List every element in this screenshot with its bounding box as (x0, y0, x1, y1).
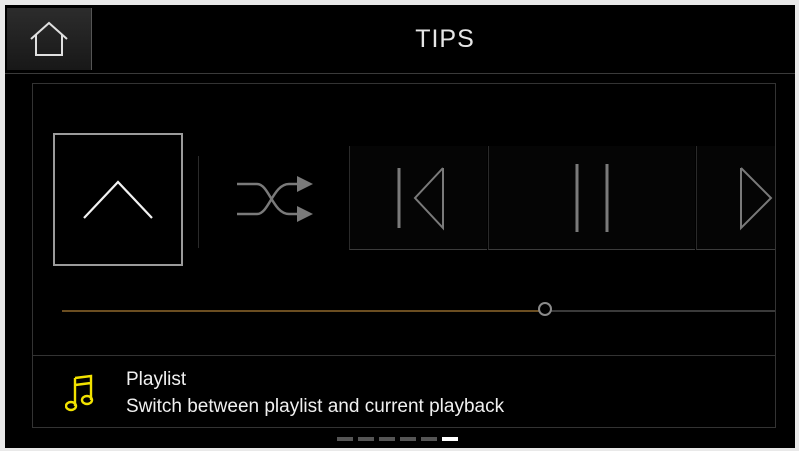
pause-button[interactable] (488, 146, 695, 250)
header: TIPS (5, 5, 795, 74)
page-dot (358, 437, 374, 441)
next-icon (740, 166, 773, 230)
progress-slider[interactable] (62, 302, 775, 316)
divider (198, 156, 199, 248)
up-button[interactable] (53, 133, 183, 266)
tip-preview (33, 84, 775, 354)
music-note-icon (65, 374, 94, 412)
pause-icon (575, 163, 609, 232)
progress-knob[interactable] (538, 302, 553, 316)
shuffle-button[interactable] (230, 168, 320, 230)
shuffle-icon (237, 176, 313, 222)
page-dot (337, 437, 353, 441)
progress-fill (62, 310, 546, 312)
up-icon (83, 179, 153, 219)
tip-title: Playlist (126, 369, 187, 390)
tips-screen: TIPS Playlist Switch between playlist an… (5, 5, 795, 448)
previous-icon (397, 166, 444, 231)
page-dot (400, 437, 416, 441)
tip-panel: Playlist Switch between playlist and cur… (32, 83, 776, 428)
page-dot (379, 437, 395, 441)
home-icon (30, 21, 68, 56)
page-dot (421, 437, 437, 441)
tip-description: Switch between playlist and current play… (126, 396, 505, 417)
page-dot (442, 437, 458, 441)
next-button[interactable] (696, 146, 775, 250)
home-button[interactable] (7, 8, 92, 70)
page-title: TIPS (415, 25, 475, 53)
tip-info: Playlist Switch between playlist and cur… (33, 356, 775, 427)
page-indicator (337, 437, 458, 441)
previous-button[interactable] (349, 146, 487, 250)
